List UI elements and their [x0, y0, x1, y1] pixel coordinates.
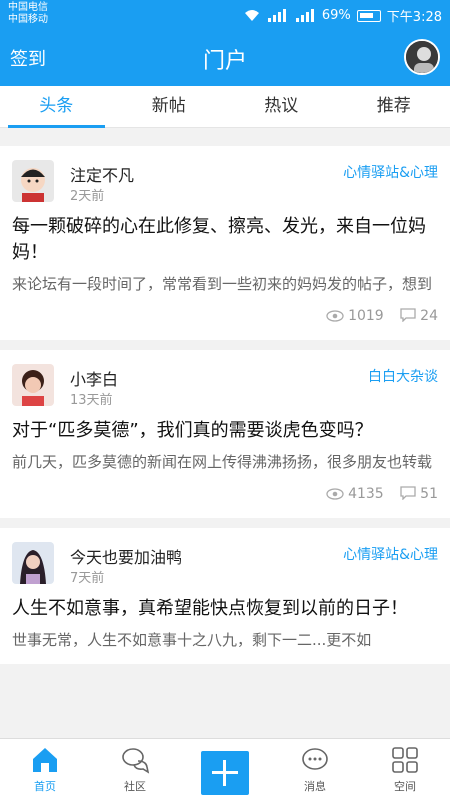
photo-avatar-icon	[12, 542, 54, 584]
signal-icon	[267, 9, 286, 22]
reply-count-value: 24	[420, 308, 438, 324]
home-icon	[33, 748, 57, 772]
tab-bar: 头条 新帖 热议 推荐	[0, 86, 450, 128]
tab-recommended[interactable]: 推荐	[338, 86, 450, 127]
carrier-1: 中国电信	[8, 2, 48, 13]
post-time: 13天前	[70, 393, 113, 408]
cartoon-avatar-icon	[12, 160, 54, 202]
author-name[interactable]: 小李白	[70, 366, 118, 390]
battery-icon	[356, 9, 381, 22]
nav-compose[interactable]	[180, 739, 270, 800]
nav-messages-label: 消息	[304, 780, 326, 793]
post-excerpt: 来论坛有一段时间了，常常看到一些初来的妈妈发的帖子，想到	[12, 275, 433, 293]
post-header: 注定不凡 2天前 心情驿站&心理	[12, 160, 438, 206]
status-indicators: 69% 下午3:28	[244, 6, 442, 25]
comment-icon	[400, 308, 416, 323]
view-count: 4135	[326, 486, 384, 502]
view-count: 1019	[326, 308, 384, 324]
eye-icon	[326, 488, 344, 500]
status-bar: 中国电信 中国移动 69% 下午3:28	[0, 0, 450, 30]
user-avatar[interactable]	[404, 39, 440, 75]
tab-hot[interactable]: 热议	[225, 86, 338, 127]
message-icon	[302, 748, 328, 770]
post-feed: 注定不凡 2天前 心情驿站&心理 每一颗破碎的心在此修复、擦亮、发光，来自一位妈…	[0, 146, 450, 674]
post-excerpt: 前几天，匹多莫德的新闻在网上传得沸沸扬扬，很多朋友也转载	[12, 453, 433, 471]
nav-home[interactable]: 首页	[0, 739, 90, 800]
post-title[interactable]: 每一颗破碎的心在此修复、擦亮、发光，来自一位妈妈！	[12, 214, 438, 266]
author-avatar[interactable]	[12, 364, 54, 406]
nav-community-label: 社区	[124, 780, 146, 793]
post-stats: 4135 51	[12, 486, 438, 506]
post-time: 7天前	[70, 571, 105, 586]
comment-icon	[400, 486, 416, 501]
post-stats: 1019 24	[12, 308, 438, 328]
nav-messages[interactable]: 消息	[270, 739, 360, 800]
reply-count: 24	[400, 308, 438, 324]
forum-tag[interactable]: 心情驿站&心理	[343, 544, 438, 564]
post-header: 小李白 13天前 白白大杂谈	[12, 364, 438, 410]
author-avatar[interactable]	[12, 160, 54, 202]
reply-count: 51	[400, 486, 438, 502]
tab-new-posts[interactable]: 新帖	[113, 86, 226, 127]
view-count-value: 4135	[348, 486, 384, 502]
eye-icon	[326, 310, 344, 322]
post-time: 2天前	[70, 189, 105, 204]
chat-bubbles-icon	[122, 748, 150, 774]
post-excerpt: 世事无常，人生不如意事十之八九，剩下一二...更不如	[12, 631, 372, 649]
nav-space-label: 空间	[394, 780, 416, 793]
post-card[interactable]: 注定不凡 2天前 心情驿站&心理 每一颗破碎的心在此修复、擦亮、发光，来自一位妈…	[0, 146, 450, 340]
nav-home-label: 首页	[34, 780, 56, 793]
plus-icon	[201, 751, 249, 795]
carrier-info: 中国电信 中国移动	[8, 2, 48, 26]
post-card[interactable]: 今天也要加油鸭 7天前 心情驿站&心理 人生不如意事，真希望能快点恢复到以前的日…	[0, 528, 450, 664]
wifi-icon	[244, 10, 259, 21]
author-name[interactable]: 今天也要加油鸭	[70, 544, 182, 568]
forum-tag[interactable]: 心情驿站&心理	[343, 162, 438, 182]
nav-community[interactable]: 社区	[90, 739, 180, 800]
forum-tag[interactable]: 白白大杂谈	[368, 366, 438, 386]
post-title[interactable]: 对于“匹多莫德”，我们真的需要谈虎色变吗？	[12, 418, 438, 444]
nav-space[interactable]: 空间	[360, 739, 450, 800]
grid-icon	[392, 747, 418, 773]
page-title: 门户	[202, 49, 247, 74]
tab-headlines[interactable]: 头条	[0, 86, 113, 128]
signal-icon-2	[295, 9, 314, 22]
author-name[interactable]: 注定不凡	[70, 162, 134, 186]
bottom-nav: 首页 社区 消息 空间	[0, 738, 450, 800]
photo-avatar-icon	[12, 364, 54, 406]
post-card[interactable]: 小李白 13天前 白白大杂谈 对于“匹多莫德”，我们真的需要谈虎色变吗？ 前几天…	[0, 350, 450, 518]
app-header: 签到 门户	[0, 30, 450, 86]
clock: 下午3:28	[386, 10, 442, 25]
author-avatar[interactable]	[12, 542, 54, 584]
post-title[interactable]: 人生不如意事，真希望能快点恢复到以前的日子！	[12, 596, 438, 622]
battery-percent: 69%	[321, 8, 351, 23]
carrier-2: 中国移动	[8, 14, 48, 25]
reply-count-value: 51	[420, 486, 438, 502]
post-header: 今天也要加油鸭 7天前 心情驿站&心理	[12, 542, 438, 588]
view-count-value: 1019	[348, 308, 384, 324]
